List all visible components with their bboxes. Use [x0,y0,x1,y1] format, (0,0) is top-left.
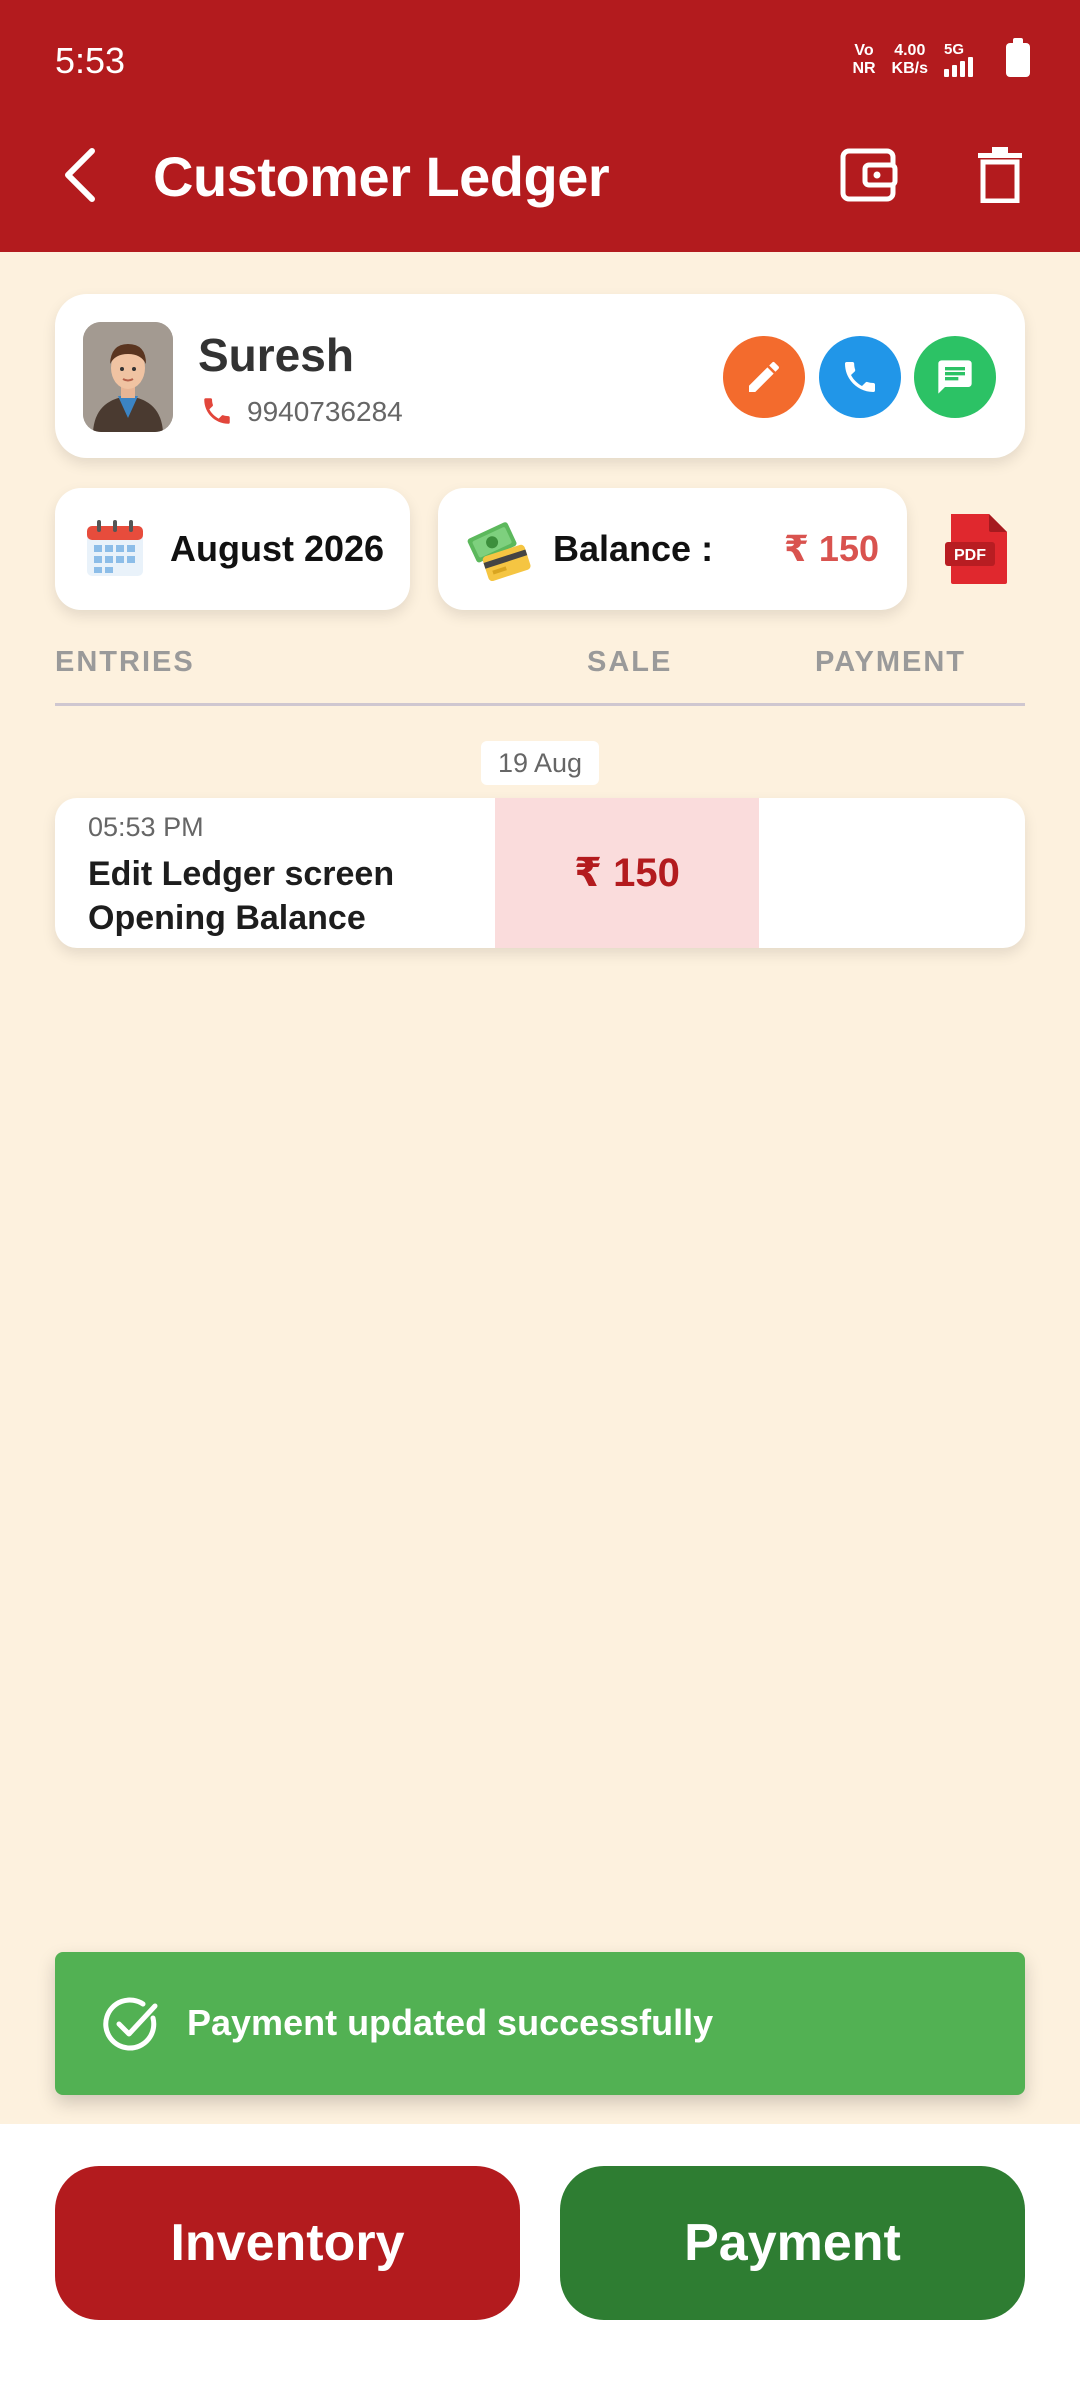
balance-card: Balance : ₹ 150 [438,488,907,610]
customer-name: Suresh [198,329,354,381]
customer-avatar [83,322,173,432]
pdf-label: PDF [954,547,986,564]
column-sale: SALE [587,646,673,678]
money-card-icon [467,522,531,582]
back-button[interactable] [50,140,110,210]
inventory-button[interactable]: Inventory [55,2166,520,2320]
column-payment: PAYMENT [815,646,966,678]
phone-small-icon [204,398,230,424]
back-arrow-icon [65,148,95,202]
call-customer-button[interactable] [819,336,901,418]
page-title: Customer Ledger [153,145,610,208]
entry-sale-amount: ₹ 150 [495,798,759,948]
payment-button[interactable]: Payment [560,2166,1025,2320]
entry-description-line1: Edit Ledger screen [88,855,395,893]
signal-icon: 5G [944,41,990,77]
battery-icon [1006,38,1030,77]
entry-description-line2: Opening Balance [88,899,366,937]
entry-payment-amount [759,798,1025,948]
ledger-entry-row[interactable]: 05:53 PM Edit Ledger screen Opening Bala… [55,798,1025,948]
message-icon [938,360,972,394]
message-customer-button[interactable] [914,336,996,418]
speed-unit: KB/s [891,60,928,77]
pencil-icon [749,361,779,392]
edit-customer-button[interactable] [723,336,805,418]
phone-icon [845,362,875,392]
wallet-button[interactable] [834,140,904,210]
balance-label: Balance : [553,528,714,569]
pdf-icon: PDF [945,514,1007,584]
status-time: 5:53 [55,40,126,81]
pdf-export-button[interactable]: PDF [945,512,1013,586]
customer-card: Suresh 9940736284 [55,294,1025,458]
volte-indicator: Vo NR [852,42,875,78]
date-chip: 19 Aug [481,741,599,785]
speed-value: 4.00 [894,42,926,59]
bottom-action-bar: Inventory Payment [0,2124,1080,2408]
volte-top: Vo [854,42,874,59]
wallet-icon [840,148,898,202]
entry-description: Edit Ledger screen Opening Balance [88,852,488,940]
network-type: 5G [944,41,965,58]
balance-value: ₹ 150 [783,528,879,569]
status-indicators: Vo NR 4.00 KB/s 5G [852,38,1030,78]
volte-bottom: NR [852,60,876,77]
header-divider [55,703,1025,706]
app-header: 5:53 Vo NR 4.00 KB/s 5G Customer Ledger [0,0,1080,252]
customer-phone: 9940736284 [247,396,403,427]
trash-icon [978,147,1022,203]
speed-indicator: 4.00 KB/s [892,42,928,78]
check-circle-icon [103,1997,158,2051]
calendar-icon [87,520,143,576]
entry-time: 05:53 PM [88,812,204,842]
delete-button[interactable] [965,140,1035,210]
success-toast: Payment updated successfully [55,1952,1025,2095]
month-selector[interactable]: August 2026 [55,488,410,610]
column-entries: ENTRIES [55,646,195,678]
month-label: August 2026 [170,528,385,569]
toast-message: Payment updated successfully [187,2002,714,2043]
